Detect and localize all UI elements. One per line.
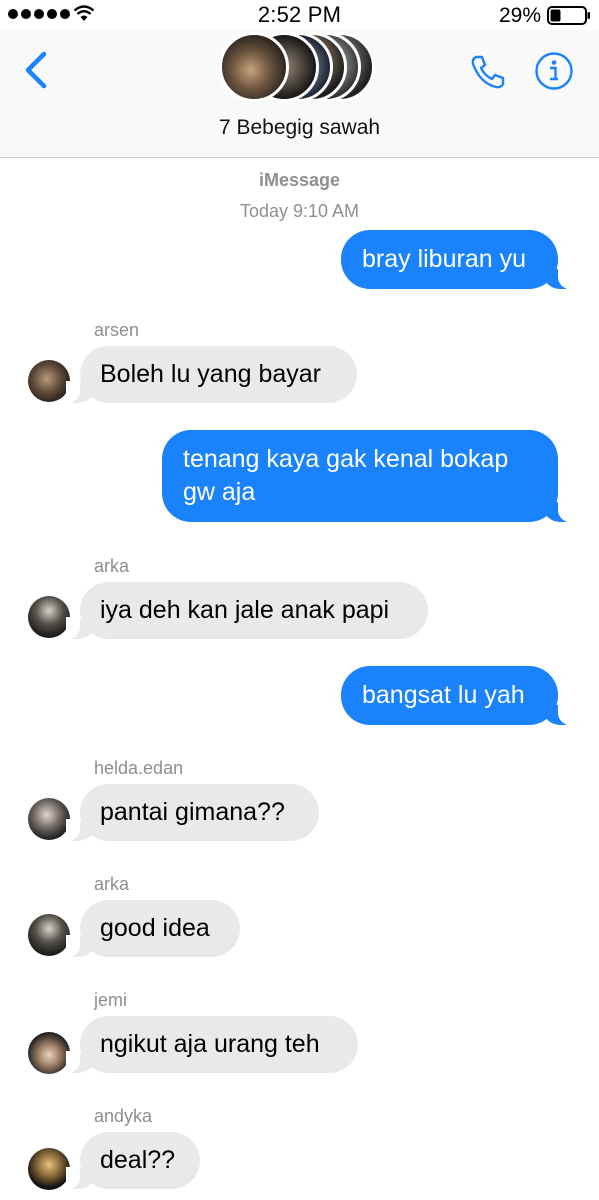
group-name[interactable]: 7 Bebegig sawah bbox=[0, 116, 599, 140]
avatar[interactable] bbox=[28, 914, 70, 956]
incoming-message-bubble[interactable]: deal?? bbox=[66, 1132, 200, 1189]
avatar[interactable] bbox=[28, 360, 70, 402]
sender-name: jemi bbox=[94, 990, 128, 1010]
avatar[interactable] bbox=[28, 596, 70, 638]
battery-icon bbox=[547, 6, 590, 25]
sender-name: arka bbox=[94, 556, 130, 576]
sender-name: arsen bbox=[94, 320, 140, 340]
incoming-message-bubble[interactable]: good idea bbox=[66, 900, 240, 957]
group-member-avatar bbox=[219, 32, 289, 102]
info-icon[interactable] bbox=[534, 51, 574, 91]
outgoing-message-bubble[interactable]: tenang kaya gak kenal bokap gw aja bbox=[162, 430, 572, 522]
sender-name: helda.edan bbox=[94, 758, 184, 778]
avatar[interactable] bbox=[28, 798, 70, 840]
battery-percentage: 29% bbox=[498, 4, 541, 27]
status-bar: 2:52 PM 29% bbox=[0, 0, 599, 30]
message-timestamp: Today 9:10 AM bbox=[239, 201, 360, 221]
conversation-header: 7 Bebegig sawah bbox=[0, 30, 599, 158]
outgoing-message-bubble[interactable]: bangsat lu yah bbox=[341, 666, 572, 725]
service-label: iMessage bbox=[258, 170, 341, 190]
back-chevron-icon[interactable] bbox=[22, 50, 50, 90]
incoming-message-bubble[interactable]: iya deh kan jale anak papi bbox=[66, 582, 428, 639]
message-thread[interactable]: iMessage Today 9:10 AM bray liburan yu a… bbox=[0, 158, 599, 1200]
incoming-message-bubble[interactable]: ngikut aja urang teh bbox=[66, 1016, 358, 1073]
avatar[interactable] bbox=[28, 1148, 70, 1190]
avatar[interactable] bbox=[28, 1032, 70, 1074]
sender-name: arka bbox=[94, 874, 130, 894]
outgoing-message-bubble[interactable]: bray liburan yu bbox=[341, 230, 572, 289]
incoming-message-bubble[interactable]: Boleh lu yang bayar bbox=[66, 346, 357, 403]
incoming-message-bubble[interactable]: pantai gimana?? bbox=[66, 784, 319, 841]
phone-icon[interactable] bbox=[468, 52, 508, 92]
sender-name: andyka bbox=[94, 1106, 153, 1126]
group-avatar-stack[interactable] bbox=[219, 30, 379, 104]
